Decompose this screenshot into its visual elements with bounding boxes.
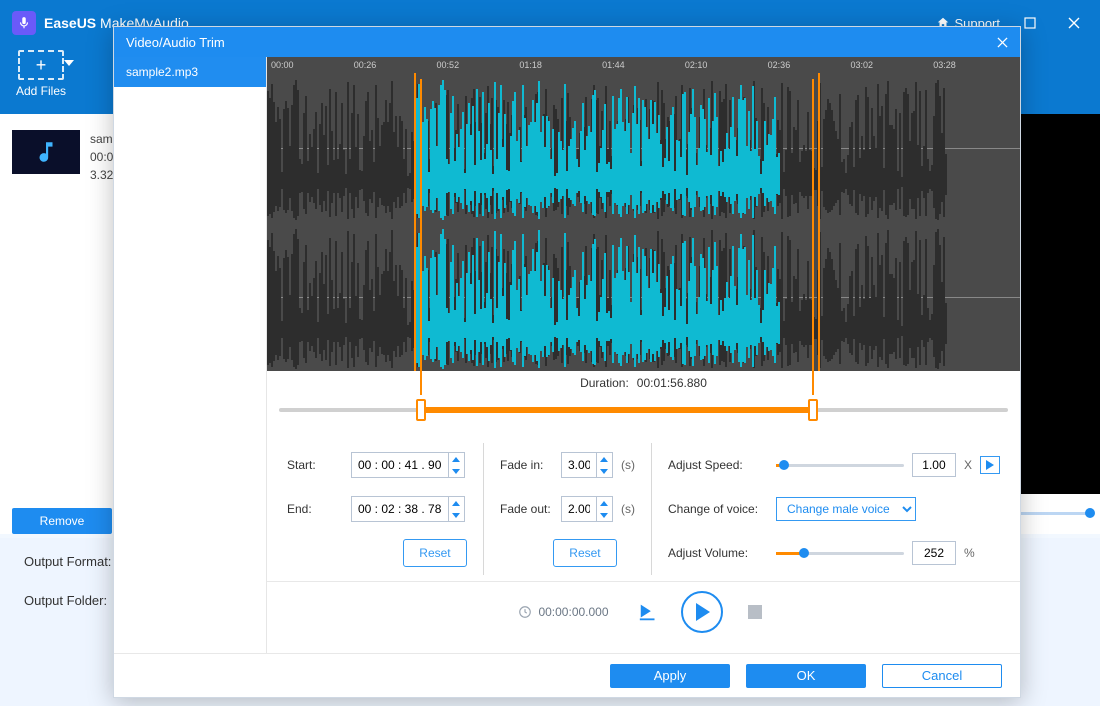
speed-unit: X — [964, 458, 972, 472]
fadeout-input[interactable] — [561, 496, 613, 522]
play-export-icon — [638, 602, 660, 622]
waveform-area[interactable]: 00:0000:2600:5201:1801:4402:1002:3603:02… — [267, 57, 1020, 371]
waveform[interactable] — [267, 73, 1020, 371]
preview-speed-button[interactable] — [980, 456, 1000, 474]
stop-button[interactable] — [741, 599, 769, 625]
export-button[interactable] — [635, 599, 663, 625]
spin-down-icon[interactable] — [597, 509, 612, 521]
sidebar-file-label: sample2.mp3 — [126, 65, 198, 79]
fadeout-field[interactable] — [562, 497, 596, 521]
end-time-input[interactable] — [351, 496, 465, 522]
spin-down-icon[interactable] — [597, 465, 612, 477]
voice-select[interactable]: Change male voice — [776, 497, 916, 521]
modal-footer: Apply OK Cancel — [114, 653, 1020, 697]
start-time-input[interactable] — [351, 452, 465, 478]
stop-icon — [748, 605, 762, 619]
maximize-icon — [1024, 17, 1036, 29]
chevron-down-icon — [64, 60, 74, 66]
fadein-input[interactable] — [561, 452, 613, 478]
modal-sidebar: sample2.mp3 — [114, 57, 267, 653]
spin-up-icon[interactable] — [597, 497, 612, 509]
window-close-button[interactable] — [1060, 9, 1088, 37]
spin-up-icon[interactable] — [449, 497, 464, 509]
play-button[interactable] — [681, 591, 723, 633]
play-icon — [985, 460, 995, 470]
range-handle-start[interactable] — [416, 399, 426, 421]
playback-clock: 00:00:00.000 — [518, 605, 608, 619]
reset-time-button[interactable]: Reset — [403, 539, 467, 567]
music-note-icon — [33, 139, 59, 165]
modal-title: Video/Audio Trim — [126, 35, 225, 50]
range-handle-end[interactable] — [808, 399, 818, 421]
ok-button[interactable]: OK — [746, 664, 866, 688]
fadeout-label: Fade out: — [500, 502, 553, 516]
timecode-ruler: 00:0000:2600:5201:1801:4402:1002:3603:02… — [267, 57, 1020, 73]
clock-icon — [518, 605, 532, 619]
remove-button-label: Remove — [40, 514, 85, 528]
app-logo-icon — [12, 11, 36, 35]
volume-label: Adjust Volume: — [668, 546, 768, 560]
preview-slider[interactable] — [1020, 498, 1100, 528]
volume-unit: % — [964, 546, 975, 560]
volume-value-input[interactable] — [912, 541, 956, 565]
clock-value: 00:00:00.000 — [538, 605, 608, 619]
start-label: Start: — [287, 458, 343, 472]
add-files-button[interactable]: + Add Files — [16, 46, 66, 98]
controls-grid: Start: End: — [267, 433, 1020, 575]
modal-close-button[interactable] — [992, 32, 1012, 52]
main-window: EaseUS MakeMyAudio Support + Add Files — [0, 0, 1100, 706]
voice-label: Change of voice: — [668, 502, 768, 516]
speed-value-input[interactable] — [912, 453, 956, 477]
close-icon — [1068, 17, 1080, 29]
volume-slider[interactable] — [776, 543, 904, 563]
spin-up-icon[interactable] — [449, 453, 464, 465]
close-icon — [997, 37, 1008, 48]
speed-slider[interactable] — [776, 455, 904, 475]
duration-row: Duration: 00:01:56.880 — [267, 371, 1020, 395]
file-thumbnail — [12, 130, 80, 174]
cancel-button[interactable]: Cancel — [882, 664, 1002, 688]
spin-down-icon[interactable] — [449, 465, 464, 477]
add-files-icon: + — [18, 50, 64, 80]
end-time-field[interactable] — [352, 497, 448, 521]
preview-pane — [1020, 114, 1100, 494]
duration-label: Duration: — [580, 376, 629, 390]
trim-modal: Video/Audio Trim sample2.mp3 00:0000:260… — [113, 26, 1021, 698]
reset-fade-button[interactable]: Reset — [553, 539, 617, 567]
play-icon — [694, 603, 710, 621]
speed-label: Adjust Speed: — [668, 458, 768, 472]
fadein-label: Fade in: — [500, 458, 553, 472]
spin-up-icon[interactable] — [597, 453, 612, 465]
fadein-field[interactable] — [562, 453, 596, 477]
seconds-unit: (s) — [621, 502, 635, 516]
spin-down-icon[interactable] — [449, 509, 464, 521]
modal-titlebar: Video/Audio Trim — [114, 27, 1020, 57]
add-files-label: Add Files — [16, 84, 66, 98]
duration-value: 00:01:56.880 — [637, 376, 707, 390]
start-time-field[interactable] — [352, 453, 448, 477]
app-title-prefix: EaseUS — [44, 15, 96, 31]
apply-button[interactable]: Apply — [610, 664, 730, 688]
file-item[interactable]: samp 00:0 3.32 — [12, 130, 119, 184]
seconds-unit: (s) — [621, 458, 635, 472]
playback-row: 00:00:00.000 — [267, 581, 1020, 641]
remove-button[interactable]: Remove — [12, 508, 112, 534]
sidebar-file-item[interactable]: sample2.mp3 — [114, 57, 266, 87]
trim-range-slider[interactable] — [279, 395, 1008, 425]
end-label: End: — [287, 502, 343, 516]
